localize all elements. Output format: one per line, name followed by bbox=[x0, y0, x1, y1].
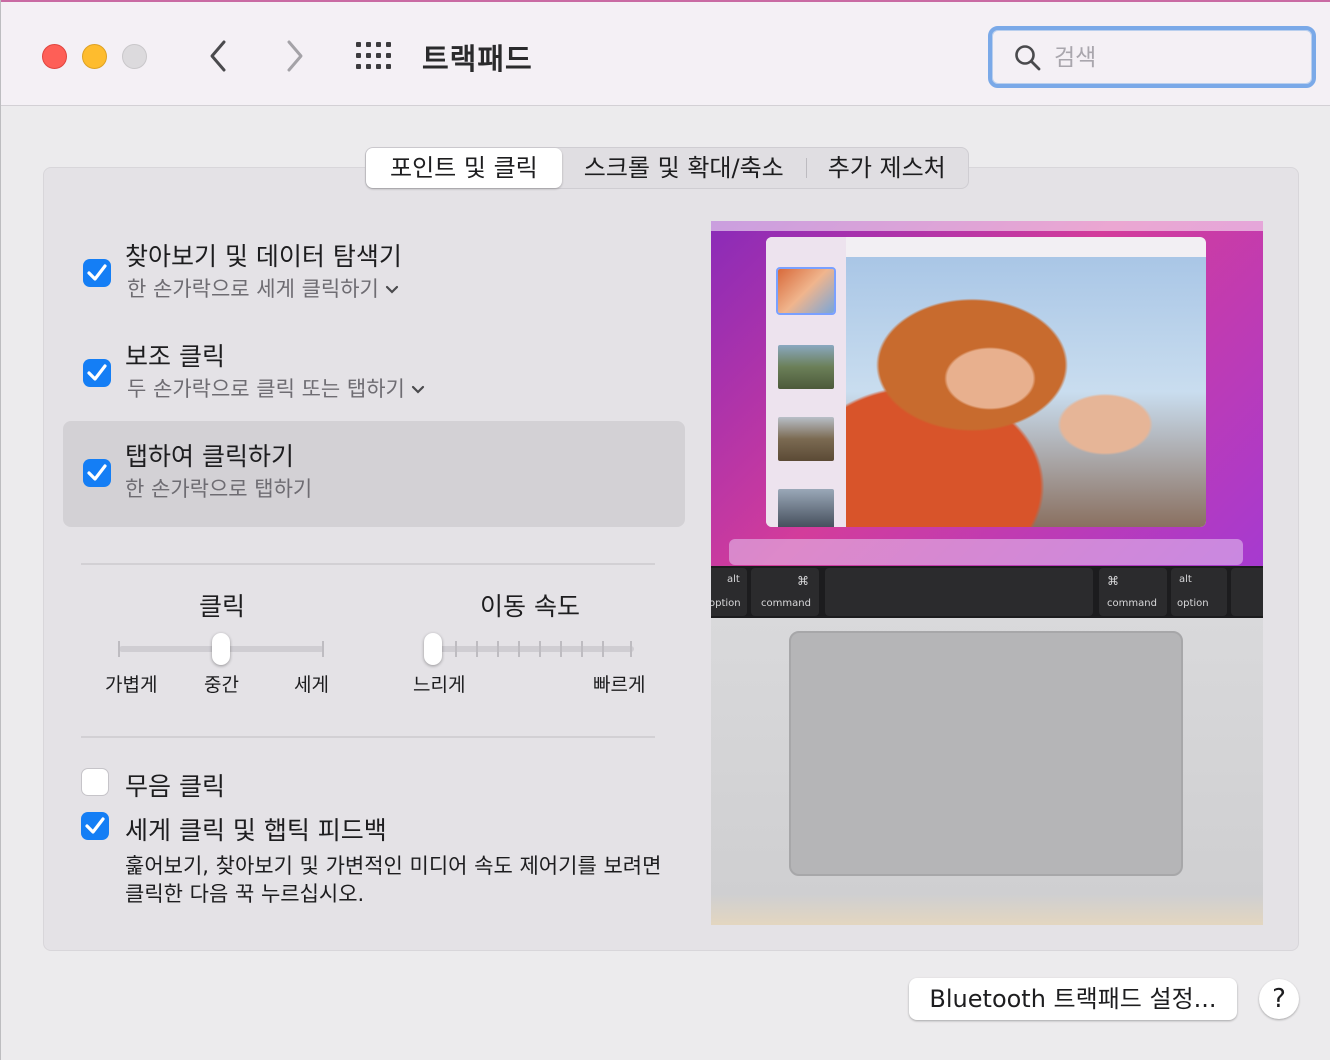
secondary-click-checkbox[interactable] bbox=[83, 359, 111, 387]
preview-screen bbox=[711, 221, 1263, 566]
speed-slider-tick bbox=[455, 641, 457, 657]
click-slider-label-light: 가볍게 bbox=[105, 674, 158, 696]
chevron-right-icon bbox=[287, 40, 303, 72]
lookup-subtitle: 한 손가락으로 세게 클릭하기 bbox=[127, 277, 379, 301]
key-label: option bbox=[1177, 598, 1209, 609]
click-slider-label-medium: 중간 bbox=[204, 674, 239, 696]
toolbar: 트랙패드 bbox=[1, 0, 1330, 106]
speed-slider-tick bbox=[518, 641, 520, 657]
tab-more-gestures[interactable]: 추가 제스처 bbox=[805, 148, 968, 188]
click-slider-label-firm: 세게 bbox=[294, 674, 329, 696]
preview-key-arrow bbox=[1231, 568, 1263, 616]
preview-key-command-left: ⌘ command bbox=[751, 568, 819, 616]
secondary-click-popup[interactable]: 두 손가락으로 클릭 또는 탭하기 bbox=[127, 373, 425, 403]
preview-trackpad bbox=[789, 631, 1183, 876]
speed-slider-title: 이동 속도 bbox=[480, 592, 580, 621]
key-label: ⌘ bbox=[1107, 574, 1119, 588]
search-field[interactable] bbox=[988, 26, 1316, 88]
key-label: command bbox=[761, 598, 811, 609]
tab-scroll-and-zoom[interactable]: 스크롤 및 확대/축소 bbox=[562, 148, 806, 188]
tab-point-and-click[interactable]: 포인트 및 클릭 bbox=[366, 148, 562, 188]
preview-key-option-left: alt option bbox=[711, 568, 747, 616]
preview-app-window bbox=[766, 237, 1206, 527]
tap-to-click-checkbox[interactable] bbox=[83, 459, 111, 487]
divider bbox=[81, 736, 655, 738]
click-slider-tick bbox=[322, 641, 324, 657]
key-label: alt bbox=[1179, 574, 1192, 585]
close-button[interactable] bbox=[42, 44, 67, 69]
grid-icon bbox=[356, 42, 391, 69]
preview-dock bbox=[729, 539, 1243, 565]
checkmark-icon bbox=[85, 817, 105, 834]
key-label: alt bbox=[727, 574, 740, 585]
preview-key-command-right: ⌘ command bbox=[1099, 568, 1167, 616]
preview-menubar bbox=[711, 221, 1263, 231]
preview-thumbnail bbox=[778, 489, 834, 527]
show-all-button[interactable] bbox=[356, 42, 392, 70]
secondary-click-subtitle: 두 손가락으로 클릭 또는 탭하기 bbox=[127, 377, 405, 401]
lookup-checkbox[interactable] bbox=[83, 259, 111, 287]
force-click-description: 훑어보기, 찾아보기 및 가변적인 미디어 속도 제어기를 보려면 클릭한 다음… bbox=[125, 854, 662, 906]
preview-thumbnail bbox=[778, 345, 834, 389]
checkmark-icon bbox=[87, 364, 107, 381]
secondary-click-title: 보조 클릭 bbox=[125, 342, 225, 371]
lookup-title: 찾아보기 및 데이터 탐색기 bbox=[125, 242, 402, 271]
speed-slider-label-slow: 느리게 bbox=[413, 674, 466, 696]
window-title: 트랙패드 bbox=[422, 42, 533, 76]
chevron-down-icon bbox=[411, 385, 424, 394]
preview-thumbnail bbox=[778, 417, 834, 461]
force-click-title: 세게 클릭 및 햅틱 피드백 bbox=[125, 816, 387, 845]
force-click-checkbox[interactable] bbox=[81, 812, 109, 840]
help-button[interactable]: ? bbox=[1259, 979, 1299, 1019]
lookup-popup[interactable]: 한 손가락으로 세게 클릭하기 bbox=[127, 273, 399, 303]
chevron-left-icon bbox=[210, 40, 226, 72]
preview-keyboard: alt option ⌘ command ⌘ command alt optio… bbox=[711, 566, 1263, 618]
speed-slider-label-fast: 빠르게 bbox=[593, 674, 646, 696]
minimize-button[interactable] bbox=[82, 44, 107, 69]
speed-slider-knob[interactable] bbox=[424, 633, 442, 665]
click-slider-title: 클릭 bbox=[199, 592, 246, 621]
preview-photo bbox=[846, 257, 1206, 527]
preview-thumbnail bbox=[776, 267, 836, 315]
silent-click-title: 무음 클릭 bbox=[125, 772, 225, 801]
preferences-window: 트랙패드 포인트 및 클릭 스크롤 및 확대/축소 추가 제스처 찾아보기 및 … bbox=[0, 0, 1330, 1060]
speed-slider-tick bbox=[602, 641, 604, 657]
key-label: ⌘ bbox=[797, 574, 809, 588]
click-slider-tick bbox=[118, 641, 120, 657]
silent-click-checkbox[interactable] bbox=[81, 768, 109, 796]
speed-slider-tick bbox=[630, 641, 632, 657]
search-icon bbox=[1015, 45, 1041, 71]
tap-to-click-subtitle: 한 손가락으로 탭하기 bbox=[125, 477, 313, 501]
key-label: command bbox=[1107, 598, 1157, 609]
preview-key-space bbox=[825, 568, 1093, 616]
zoom-button[interactable] bbox=[122, 44, 147, 69]
divider bbox=[81, 563, 655, 565]
preview-sidebar bbox=[766, 237, 846, 527]
checkmark-icon bbox=[87, 464, 107, 481]
speed-slider-tick bbox=[539, 641, 541, 657]
preview-key-option-right: alt option bbox=[1171, 568, 1227, 616]
speed-slider-tick bbox=[497, 641, 499, 657]
speed-slider-tick bbox=[560, 641, 562, 657]
checkmark-icon bbox=[87, 264, 107, 281]
tap-to-click-title: 탭하여 클릭하기 bbox=[125, 442, 294, 471]
key-label: option bbox=[711, 598, 741, 609]
gesture-preview-image: alt option ⌘ command ⌘ command alt optio… bbox=[711, 221, 1263, 925]
chevron-down-icon bbox=[385, 285, 398, 294]
bluetooth-trackpad-setup-button[interactable]: Bluetooth 트랙패드 설정... bbox=[909, 978, 1237, 1020]
forward-button[interactable] bbox=[279, 38, 309, 74]
speed-slider-tick bbox=[581, 641, 583, 657]
click-slider-knob[interactable] bbox=[212, 633, 230, 665]
search-input[interactable] bbox=[1052, 40, 1296, 76]
speed-slider-tick bbox=[476, 641, 478, 657]
tab-bar: 포인트 및 클릭 스크롤 및 확대/축소 추가 제스처 bbox=[365, 147, 969, 189]
back-button[interactable] bbox=[204, 38, 234, 74]
